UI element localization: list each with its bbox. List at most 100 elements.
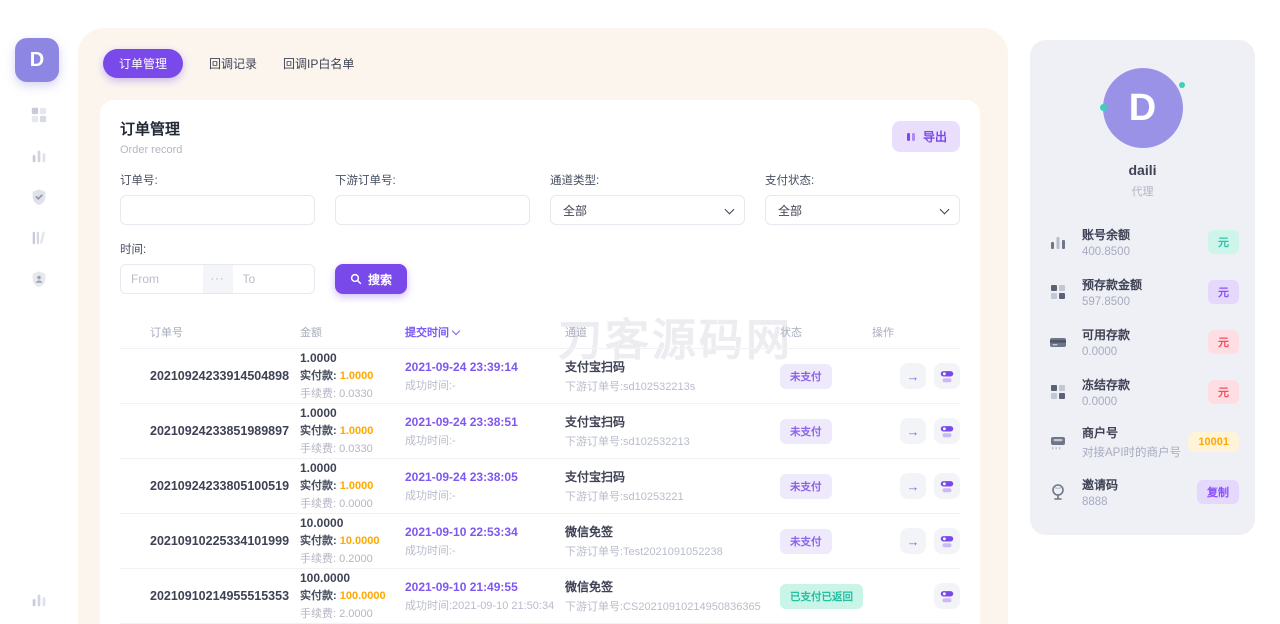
header-amount: 金额 [300,324,405,340]
fee-label: 手续费: [300,608,336,620]
stat-title: 预存款金额 [1082,276,1208,293]
tab-callback-ip-whitelist[interactable]: 回调IP白名单 [283,49,354,78]
cell-channel: 微信免签 下游订单号:Test2021091052238 [565,523,780,559]
time-label: 时间: [120,241,315,257]
currency-badge: 元 [1208,230,1239,254]
cell-actions: → [872,363,960,389]
sort-desc-icon [452,326,460,334]
field-channel-type: 通道类型: 全部 [550,172,745,225]
orders-chart-icon[interactable] [29,146,49,166]
tab-callback-records[interactable]: 回调记录 [209,49,257,78]
profile-stats-list: 账号余额 400.8500 元 预存款金额 597.8500 元 [1030,217,1255,517]
profile-name: daili [1030,162,1255,178]
success-time-value: 成功时间:- [405,542,565,558]
header-action: 操作 [872,324,960,340]
paid-value: 1.0000 [340,480,374,492]
dashboard-grid-icon[interactable] [29,105,49,125]
fee-value: 2.0000 [339,608,373,620]
fee-value: 0.2000 [339,553,373,565]
submit-time-value: 2021-09-24 23:38:05 [405,470,565,484]
bar-chart-icon [1046,230,1070,254]
stats-chart-icon[interactable] [29,590,49,610]
page-title: 订单管理 [120,118,960,139]
amount-value: 100.0000 [300,571,405,585]
filter-row-2: 时间: ··· 搜索 [120,241,960,294]
amount-value: 10.0000 [300,516,405,530]
arrow-action-button[interactable]: → [900,418,926,444]
paid-label: 实付款: [300,480,337,492]
credit-card-icon [1046,330,1070,354]
amount-value: 1.0000 [300,351,405,365]
card-header: 订单管理 Order record 导出 [120,118,960,156]
success-time-value: 成功时间:- [405,377,565,393]
detail-action-button[interactable] [934,583,960,609]
channel-type-select[interactable]: 全部 [550,195,745,225]
stat-title: 冻结存款 [1082,376,1208,393]
paid-label: 实付款: [300,590,337,602]
amount-value: 1.0000 [300,461,405,475]
arrow-action-button[interactable]: → [900,473,926,499]
list-item-invite-code: 邀请码 8888 复制 [1030,467,1255,517]
search-button[interactable]: 搜索 [335,264,407,294]
stat-value: 400.8500 [1082,246,1208,258]
app-logo[interactable]: D [15,38,59,82]
detail-action-button[interactable] [934,418,960,444]
status-badge: 未支付 [780,364,832,389]
channel-name: 支付宝扫码 [565,358,780,375]
shield-user-icon[interactable] [29,269,49,289]
pay-status-select[interactable]: 全部 [765,195,960,225]
detail-action-button[interactable] [934,473,960,499]
order-no-input[interactable] [120,195,315,225]
downstream-order-no-input[interactable] [335,195,530,225]
cell-order-no: 20210910214955515353 [150,589,300,603]
stat-value: 597.8500 [1082,296,1208,308]
order-no-label: 订单号: [120,172,315,188]
table-row: 20210924233851989897 1.0000 实付款: 1.0000 … [120,403,960,458]
success-time-value: 成功时间:- [405,432,565,448]
cell-amount: 1.0000 实付款: 1.0000 手续费: 0.0330 [300,406,405,456]
date-range-picker[interactable]: ··· [120,264,315,294]
sidebar-bottom [0,590,78,610]
submit-time-value: 2021-09-10 21:49:55 [405,580,565,594]
cell-channel: 支付宝扫码 下游订单号:sd102532213s [565,358,780,394]
arrow-action-button[interactable]: → [900,363,926,389]
table-row: 20210924233914504898 1.0000 实付款: 1.0000 … [120,348,960,403]
cell-submit-time: 2021-09-24 23:38:51 成功时间:- [405,415,565,448]
stat-title: 邀请码 [1082,476,1197,493]
list-item-frozen-deposit: 冻结存款 0.0000 元 [1030,367,1255,417]
submit-time-value: 2021-09-24 23:38:51 [405,415,565,429]
shield-check-icon[interactable] [29,187,49,207]
library-icon[interactable] [29,228,49,248]
paid-label: 实付款: [300,425,337,437]
page-subtitle: Order record [120,144,960,156]
merchant-id-badge: 10001 [1188,432,1239,452]
tab-bar: 订单管理 回调记录 回调IP白名单 [78,28,1008,78]
date-to-input[interactable] [233,265,315,293]
arrow-action-button[interactable]: → [900,528,926,554]
channel-name: 支付宝扫码 [565,468,780,485]
detail-action-button[interactable] [934,528,960,554]
date-from-input[interactable] [121,265,203,293]
stat-value: 对接API时的商户号 [1082,444,1188,460]
pos-terminal-icon [1046,430,1070,454]
list-item-merchant-id: 商户号 对接API时的商户号 10001 [1030,417,1255,467]
avatar: D [1103,68,1183,148]
stat-value: 8888 [1082,496,1197,508]
channel-name: 微信免签 [565,523,780,540]
stat-value: 0.0000 [1082,346,1208,358]
header-channel: 通道 [565,324,780,340]
export-button[interactable]: 导出 [892,121,960,152]
range-separator: ··· [203,265,233,293]
cell-amount: 10.0000 实付款: 10.0000 手续费: 0.2000 [300,516,405,566]
fee-value: 0.0000 [339,498,373,510]
header-submit-time[interactable]: 提交时间 [405,324,565,340]
cell-submit-time: 2021-09-24 23:38:05 成功时间:- [405,470,565,503]
fee-label: 手续费: [300,443,336,455]
cell-actions: → [872,473,960,499]
tab-order-management[interactable]: 订单管理 [103,49,183,78]
detail-action-button[interactable] [934,363,960,389]
currency-badge: 元 [1208,280,1239,304]
list-item-account-balance: 账号余额 400.8500 元 [1030,217,1255,267]
copy-button[interactable]: 复制 [1197,480,1239,504]
export-icon [905,131,917,143]
